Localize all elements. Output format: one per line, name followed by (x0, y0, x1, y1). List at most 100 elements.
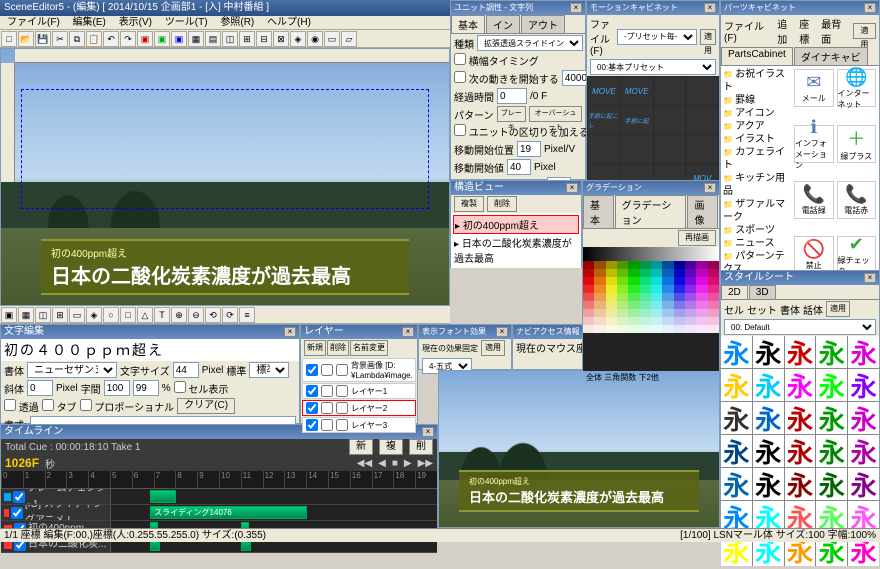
style-cell[interactable]: 永 (721, 435, 752, 467)
chk-prop[interactable] (80, 399, 92, 411)
parts-icon[interactable]: 🚫禁止 (794, 236, 834, 274)
style-cell[interactable]: 永 (785, 435, 816, 467)
layer-row[interactable]: 背景画像 [D:¥Lambda¥image... (302, 358, 416, 382)
up-chk-move[interactable] (454, 71, 466, 83)
pc-apply[interactable]: 適用 (853, 23, 876, 39)
tree-folder[interactable]: お祝イラスト (723, 68, 789, 94)
menu-file[interactable]: ファイル(F) (2, 16, 65, 30)
style-cell[interactable]: 永 (785, 402, 816, 434)
ct-13[interactable]: ⟲ (205, 307, 221, 323)
tree-folder[interactable]: キッチン用品 (723, 172, 789, 198)
ss-tab-2d[interactable]: 2D (721, 285, 748, 299)
ly-close[interactable]: × (402, 327, 414, 337)
ct-5[interactable]: ▭ (69, 307, 85, 323)
ct-6[interactable]: ◈ (86, 307, 102, 323)
fe-apply[interactable]: 適用 (481, 340, 505, 356)
ct-9[interactable]: △ (137, 307, 153, 323)
tool-cut[interactable]: ✂ (52, 31, 68, 47)
tool-save[interactable]: 💾 (35, 31, 51, 47)
tl-dup[interactable]: 複 (379, 439, 403, 455)
tool-redo[interactable]: ↷ (120, 31, 136, 47)
parts-icon[interactable]: ✔緑チェック (837, 236, 877, 274)
tool-copy[interactable]: ⧉ (69, 31, 85, 47)
gr-close[interactable]: × (704, 183, 716, 193)
style-cell[interactable]: 永 (848, 336, 879, 368)
pitch-input[interactable] (27, 380, 53, 396)
mc-close[interactable]: × (704, 3, 716, 13)
style-cell[interactable]: 永 (816, 402, 847, 434)
timeline-track[interactable]: フレームチェンジ - 1 (1, 489, 437, 505)
tool-f[interactable]: ◫ (222, 31, 238, 47)
style-cell[interactable]: 永 (721, 336, 752, 368)
up-chk-u2[interactable] (454, 124, 466, 136)
pc-tab-0[interactable]: PartsCabinet (721, 47, 793, 65)
menu-ref[interactable]: 参照(R) (215, 16, 259, 30)
style-cell[interactable]: 永 (816, 336, 847, 368)
up-brake[interactable]: ブレーキ (497, 106, 527, 122)
parts-icon[interactable]: ＋緑プラス (837, 125, 877, 163)
ce-close[interactable]: × (284, 327, 296, 337)
parts-icon[interactable]: ✉メール (794, 69, 834, 107)
mc-apply[interactable]: 適用 (700, 29, 716, 45)
up-sx[interactable] (517, 141, 541, 157)
tool-m[interactable]: ▱ (341, 31, 357, 47)
tree-folder[interactable]: ニュース (723, 237, 789, 250)
mc-preset-type[interactable]: -プリセット毎- (617, 29, 697, 45)
selection-box[interactable] (21, 89, 429, 209)
timeline-track[interactable]: [IO] スライディングアニメ L...スライディング14076 (1, 505, 437, 521)
parts-tree[interactable]: お祝イラスト罫線アイコンアクアイラストカフェライトキッチン用品ザファルマークスポ… (721, 66, 791, 292)
tl-tb-4[interactable]: ▶ (404, 458, 412, 469)
ct-1[interactable]: ▣ (1, 307, 17, 323)
caption-banner[interactable]: 初の400ppm超え 日本の二酸化炭素濃度が過去最高 (41, 239, 409, 295)
tree-folder[interactable]: カフェライト (723, 146, 789, 172)
style-cell[interactable]: 永 (753, 336, 784, 368)
tool-undo[interactable]: ↶ (103, 31, 119, 47)
clear-button[interactable]: クリア(C) (177, 398, 235, 414)
ss-tab-3d[interactable]: 3D (749, 285, 776, 299)
size-input[interactable] (173, 362, 199, 378)
style-cell[interactable]: 永 (753, 468, 784, 500)
layer-row[interactable]: レイヤー3 (302, 417, 416, 433)
timeline-clip[interactable] (150, 490, 176, 503)
tl-new[interactable]: 新 (349, 439, 373, 455)
sv-item-1[interactable]: ▸ 日本の二酸化炭素濃度が過去最高 (453, 234, 579, 266)
menu-help[interactable]: ヘルプ(H) (262, 16, 316, 30)
gr-tab-1[interactable]: グラデーション (615, 195, 687, 228)
up-tab-basic[interactable]: 基本 (451, 15, 485, 33)
tool-g[interactable]: ⊞ (239, 31, 255, 47)
tl-tb-2[interactable]: ◀ (378, 458, 386, 469)
hi-select[interactable]: 標準 (249, 362, 289, 378)
tool-i[interactable]: ⊠ (273, 31, 289, 47)
tree-folder[interactable]: 罫線 (723, 94, 789, 107)
cell-chk[interactable] (174, 381, 186, 393)
tool-paste[interactable]: 📋 (86, 31, 102, 47)
sv-item-0[interactable]: ▸ 初の400ppm超え (453, 215, 579, 234)
ss-apply[interactable]: 適用 (826, 301, 850, 317)
style-cell[interactable]: 永 (848, 402, 879, 434)
ct-14[interactable]: ⟳ (222, 307, 238, 323)
chk-tab[interactable] (42, 399, 54, 411)
up-over[interactable]: オーバーシュート (529, 106, 582, 122)
up-tab-out[interactable]: アウト (521, 15, 565, 33)
tool-b[interactable]: ▣ (154, 31, 170, 47)
tool-e[interactable]: ▤ (205, 31, 221, 47)
ly-del[interactable]: 削除 (327, 340, 349, 356)
parts-icon[interactable]: ℹインフォメーション (794, 125, 834, 163)
scene-canvas[interactable]: 初の400ppm超え 日本の二酸化炭素濃度が過去最高 (1, 49, 449, 305)
menu-view[interactable]: 表示(V) (114, 16, 157, 30)
parts-icon[interactable]: 📞電話赤 (837, 181, 877, 219)
ct-15[interactable]: ≡ (239, 307, 255, 323)
up-close[interactable]: × (570, 3, 582, 13)
fe-close[interactable]: × (496, 327, 508, 337)
up-tab-in[interactable]: イン (486, 15, 520, 33)
up-chk-same[interactable] (454, 53, 466, 65)
gr-tab-0[interactable]: 基本 (583, 195, 614, 228)
kern2-input[interactable] (133, 380, 159, 396)
sv-close[interactable]: × (566, 183, 578, 193)
ct-7[interactable]: ○ (103, 307, 119, 323)
ct-3[interactable]: ◫ (35, 307, 51, 323)
timeline-clip[interactable]: スライディング14076 (150, 506, 306, 519)
style-cell[interactable]: 永 (848, 435, 879, 467)
mc-preset[interactable]: 00:基本プリセット (590, 59, 716, 75)
style-cell[interactable]: 永 (816, 369, 847, 401)
